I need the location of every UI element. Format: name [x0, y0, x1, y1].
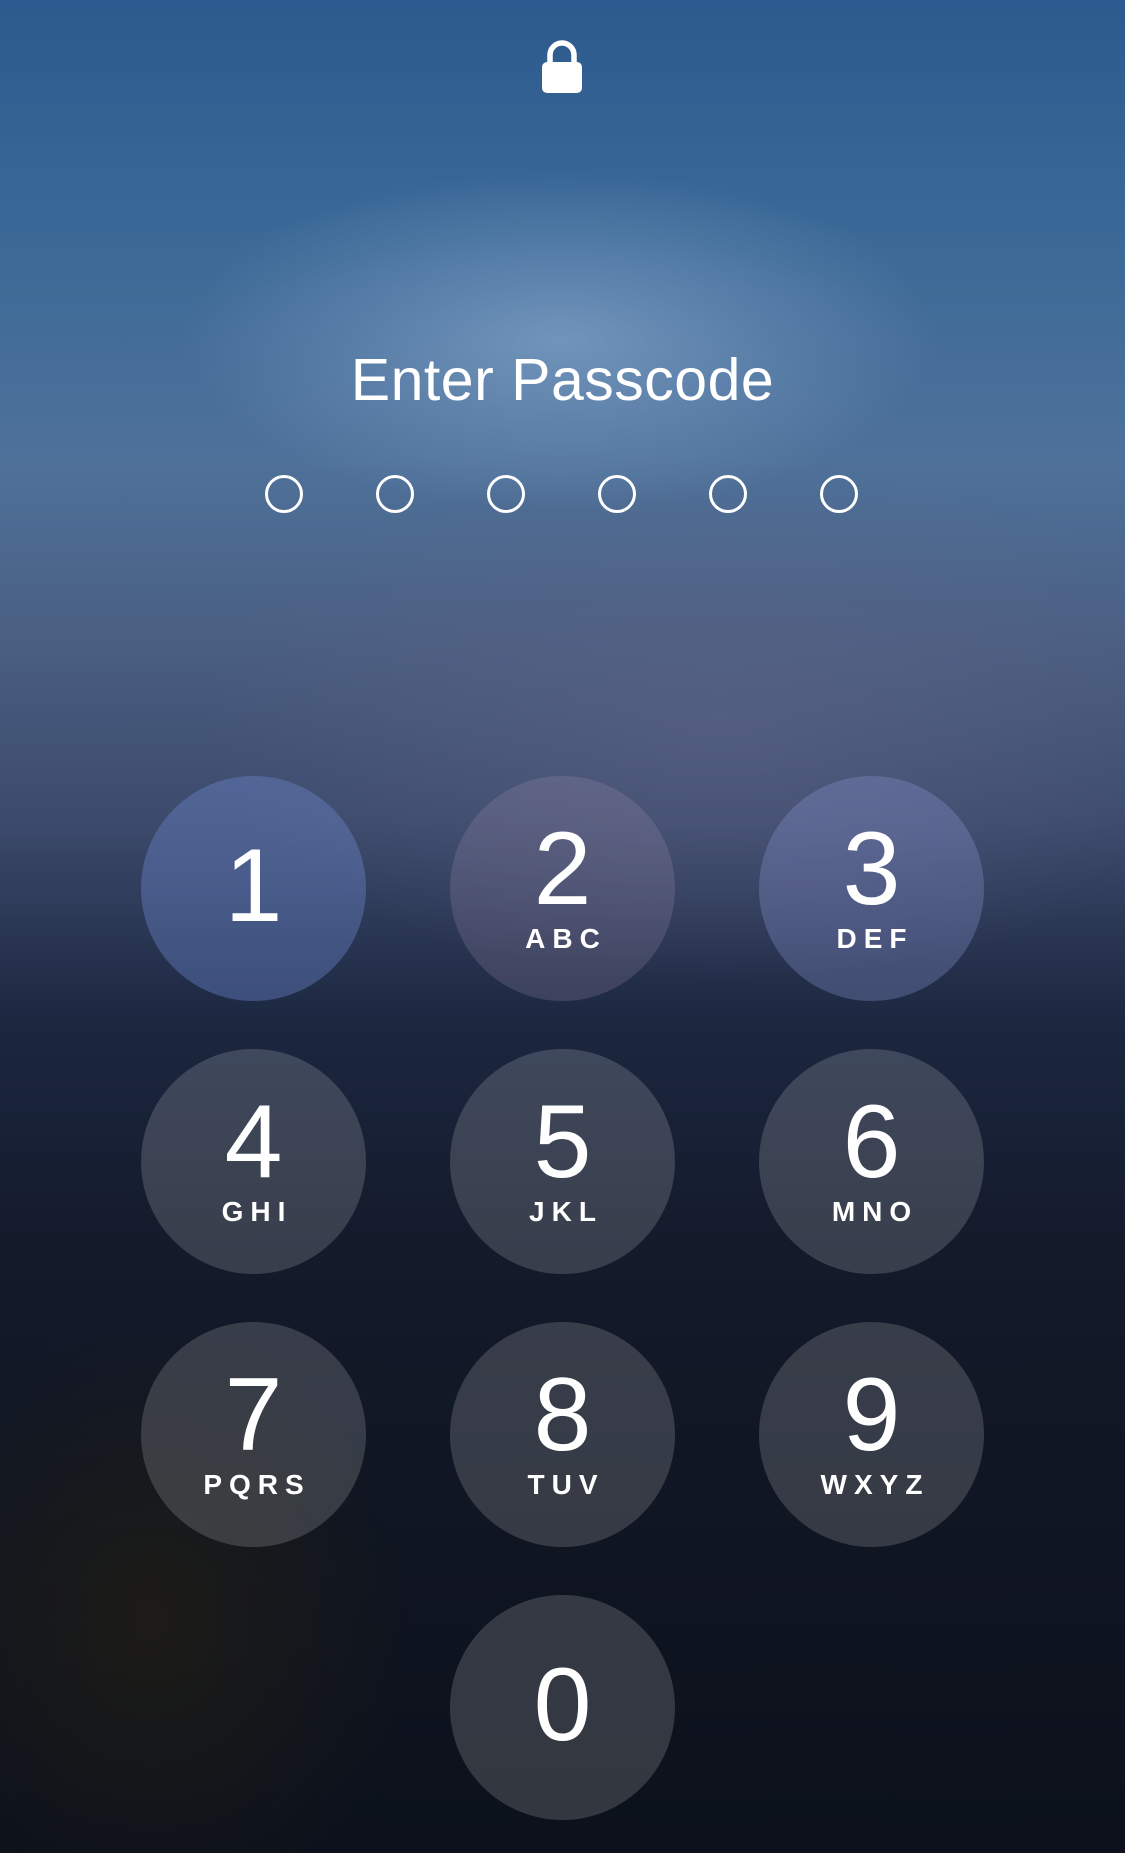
key-1-button[interactable]: 1: [141, 776, 366, 1001]
key-digit: 9: [842, 1357, 901, 1473]
passcode-dot: [598, 475, 636, 513]
key-9-button[interactable]: 9 WXYZ: [759, 1322, 984, 1547]
key-2-button[interactable]: 2 ABC: [450, 776, 675, 1001]
key-digit: 8: [533, 1357, 592, 1473]
key-digit: 4: [224, 1084, 283, 1200]
passcode-dots: [0, 475, 1125, 513]
key-letters: MNO: [831, 1196, 919, 1227]
key-letters: PQRS: [203, 1469, 311, 1500]
key-digit: 3: [842, 811, 901, 927]
key-letters: DEF: [836, 923, 914, 954]
key-5-button[interactable]: 5 JKL: [450, 1049, 675, 1274]
key-4-button[interactable]: 4 GHI: [141, 1049, 366, 1274]
key-3-button[interactable]: 3 DEF: [759, 776, 984, 1001]
key-digit: 6: [842, 1084, 901, 1200]
passcode-dot: [487, 475, 525, 513]
key-letters: TUV: [527, 1469, 605, 1500]
lock-icon: [542, 40, 582, 93]
passcode-dot: [709, 475, 747, 513]
key-digit: 1: [224, 828, 283, 944]
key-7-button[interactable]: 7 PQRS: [141, 1322, 366, 1547]
key-letters: WXYZ: [820, 1469, 930, 1500]
key-digit: 0: [533, 1647, 592, 1763]
key-letters: JKL: [529, 1196, 603, 1227]
passcode-dot: [376, 475, 414, 513]
key-digit: 7: [224, 1357, 283, 1473]
key-6-button[interactable]: 6 MNO: [759, 1049, 984, 1274]
key-8-button[interactable]: 8 TUV: [450, 1322, 675, 1547]
key-letters: ABC: [525, 923, 607, 954]
page-title: Enter Passcode: [350, 347, 775, 413]
key-digit: 5: [533, 1084, 592, 1200]
passcode-dot: [265, 475, 303, 513]
key-0-button[interactable]: 0: [450, 1595, 675, 1820]
passcode-dot: [820, 475, 858, 513]
key-digit: 2: [533, 811, 592, 927]
key-letters: GHI: [221, 1196, 293, 1227]
